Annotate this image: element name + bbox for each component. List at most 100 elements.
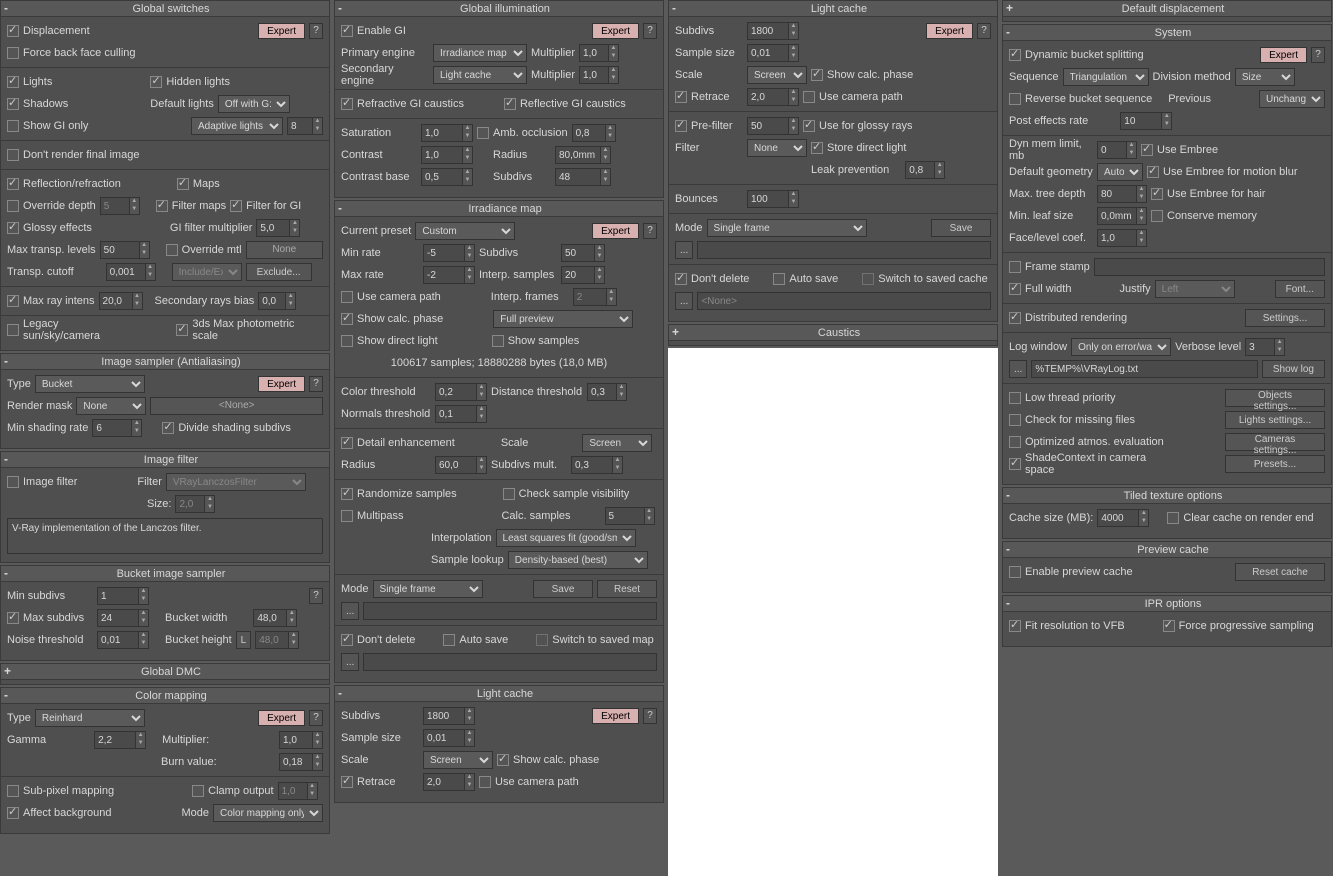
reverse-bucket-checkbox[interactable] <box>1009 93 1021 105</box>
switch-saved-checkbox[interactable] <box>536 634 548 646</box>
objects-settings-button[interactable]: Objects settings... <box>1225 389 1325 407</box>
override-mtl-checkbox[interactable] <box>166 244 178 256</box>
reset-button[interactable]: Reset <box>597 580 657 598</box>
default-lights-select[interactable]: Off with G: <box>218 95 290 113</box>
sequence-select[interactable]: Triangulation <box>1063 68 1149 86</box>
browse-button[interactable]: ... <box>341 602 359 620</box>
show-direct-checkbox[interactable] <box>341 335 353 347</box>
lc-mode-select[interactable]: Single frame <box>707 219 867 237</box>
ipr-panel: -IPR options Fit resolution to VFB Force… <box>1002 595 1332 647</box>
override-mtl-none-button[interactable]: None <box>246 241 323 259</box>
font-button[interactable]: Font... <box>1275 280 1325 298</box>
expert-button[interactable]: Expert <box>258 23 305 39</box>
image-filter-checkbox[interactable] <box>7 476 19 488</box>
clamp-checkbox[interactable] <box>192 785 204 797</box>
log-path-input[interactable] <box>1031 360 1258 378</box>
preview-cache-panel: -Preview cache Enable preview cache Rese… <box>1002 541 1332 593</box>
empty-area <box>668 348 998 876</box>
retrace-checkbox[interactable] <box>341 776 353 788</box>
use-camera-path-checkbox[interactable] <box>341 291 353 303</box>
exclude-button[interactable]: Exclude... <box>246 263 312 281</box>
lc-save-button[interactable]: Save <box>931 219 991 237</box>
adaptive-lights-spinner[interactable]: ▲▼ <box>287 117 323 135</box>
lc-camera-path-checkbox[interactable] <box>479 776 491 788</box>
irr-mode-select[interactable]: Single frame <box>373 580 483 598</box>
interpolation-select[interactable]: Least squares fit (good/sm <box>496 529 636 547</box>
hidden-lights-checkbox[interactable] <box>150 76 162 88</box>
override-depth-checkbox[interactable] <box>7 200 19 212</box>
randomize-checkbox[interactable] <box>341 488 353 500</box>
presets-button[interactable]: Presets... <box>1225 455 1325 473</box>
cm-mode-select[interactable]: Color mapping only <box>213 804 323 822</box>
affect-bg-checkbox[interactable] <box>7 807 19 819</box>
secondary-engine-select[interactable]: Light cache <box>433 66 527 84</box>
frame-stamp-input[interactable] <box>1094 258 1325 276</box>
filter-select[interactable]: VRayLanczosFilter <box>166 473 306 491</box>
show-log-button[interactable]: Show log <box>1262 360 1325 378</box>
detail-enh-checkbox[interactable] <box>341 437 353 449</box>
auto-save-checkbox[interactable] <box>443 634 455 646</box>
div-method-select[interactable]: Size <box>1235 68 1295 86</box>
help-button[interactable]: ? <box>309 23 323 39</box>
refractive-gi-checkbox[interactable] <box>341 98 353 110</box>
irradiance-panel: -Irradiance map Current preset Custom Ex… <box>334 200 664 683</box>
bucket-lock-button[interactable]: L <box>236 631 252 649</box>
enable-gi-checkbox[interactable] <box>341 25 353 37</box>
glossy-checkbox[interactable] <box>7 222 19 234</box>
force-backface-checkbox[interactable] <box>7 47 19 59</box>
settings-button[interactable]: Settings... <box>1245 309 1325 327</box>
preset-select[interactable]: Custom <box>415 222 515 240</box>
divide-subdivs-checkbox[interactable] <box>162 422 174 434</box>
dont-delete-checkbox[interactable] <box>341 634 353 646</box>
shadows-checkbox[interactable] <box>7 98 19 110</box>
show-calc-checkbox[interactable] <box>341 313 353 325</box>
refl-refr-checkbox[interactable] <box>7 178 19 190</box>
photometric-checkbox[interactable] <box>176 324 188 336</box>
previous-select[interactable]: Unchange <box>1259 90 1325 108</box>
adaptive-lights-select[interactable]: Adaptive lights <box>191 117 283 135</box>
include-exclude-select[interactable]: Include/Exc <box>172 263 242 281</box>
sampler-type-select[interactable]: Bucket <box>35 375 145 393</box>
legacy-checkbox[interactable] <box>7 324 19 336</box>
lc-filter-select[interactable]: None <box>747 139 807 157</box>
prefilter-checkbox[interactable] <box>675 120 687 132</box>
panel-header[interactable]: - Global switches <box>1 1 329 17</box>
amb-occ-checkbox[interactable] <box>477 127 489 139</box>
collapse-icon: - <box>4 3 16 15</box>
max-ray-intens-checkbox[interactable] <box>7 295 19 307</box>
default-geom-select[interactable]: Auto <box>1097 163 1143 181</box>
check-vis-checkbox[interactable] <box>503 488 515 500</box>
maps-checkbox[interactable] <box>177 178 189 190</box>
subpixel-checkbox[interactable] <box>7 785 19 797</box>
cm-type-select[interactable]: Reinhard <box>35 709 145 727</box>
frame-stamp-checkbox[interactable] <box>1009 261 1021 273</box>
show-gi-only-checkbox[interactable] <box>7 120 19 132</box>
lc-show-calc-checkbox[interactable] <box>497 754 509 766</box>
reflective-gi-checkbox[interactable] <box>504 98 516 110</box>
save-button[interactable]: Save <box>533 580 593 598</box>
irr-path-input[interactable] <box>363 602 657 620</box>
cameras-settings-button[interactable]: Cameras settings... <box>1225 433 1325 451</box>
primary-engine-select[interactable]: Irradiance map <box>433 44 527 62</box>
filter-gi-checkbox[interactable] <box>230 200 242 212</box>
dyn-bucket-checkbox[interactable] <box>1009 49 1021 61</box>
lights-settings-button[interactable]: Lights settings... <box>1225 411 1325 429</box>
log-window-select[interactable]: Only on error/war <box>1071 338 1171 356</box>
lights-checkbox[interactable] <box>7 76 19 88</box>
panel-header[interactable]: -Image sampler (Antialiasing) <box>1 354 329 370</box>
distributed-checkbox[interactable] <box>1009 312 1021 324</box>
justify-select[interactable]: Left <box>1155 280 1235 298</box>
detail-scale-select[interactable]: Screen <box>582 434 652 452</box>
reset-cache-button[interactable]: Reset cache <box>1235 563 1325 581</box>
max-subdivs-checkbox[interactable] <box>7 612 19 624</box>
filter-maps-checkbox[interactable] <box>156 200 168 212</box>
show-samples-checkbox[interactable] <box>492 335 504 347</box>
expert-button[interactable]: Expert <box>258 376 305 392</box>
multipass-checkbox[interactable] <box>341 510 353 522</box>
preview-select[interactable]: Full preview <box>493 310 633 328</box>
displacement-checkbox[interactable] <box>7 25 19 37</box>
lc-autosave-path[interactable] <box>697 292 991 310</box>
sample-lookup-select[interactable]: Density-based (best) <box>508 551 648 569</box>
dont-render-checkbox[interactable] <box>7 149 19 161</box>
render-mask-select[interactable]: None <box>76 397 146 415</box>
